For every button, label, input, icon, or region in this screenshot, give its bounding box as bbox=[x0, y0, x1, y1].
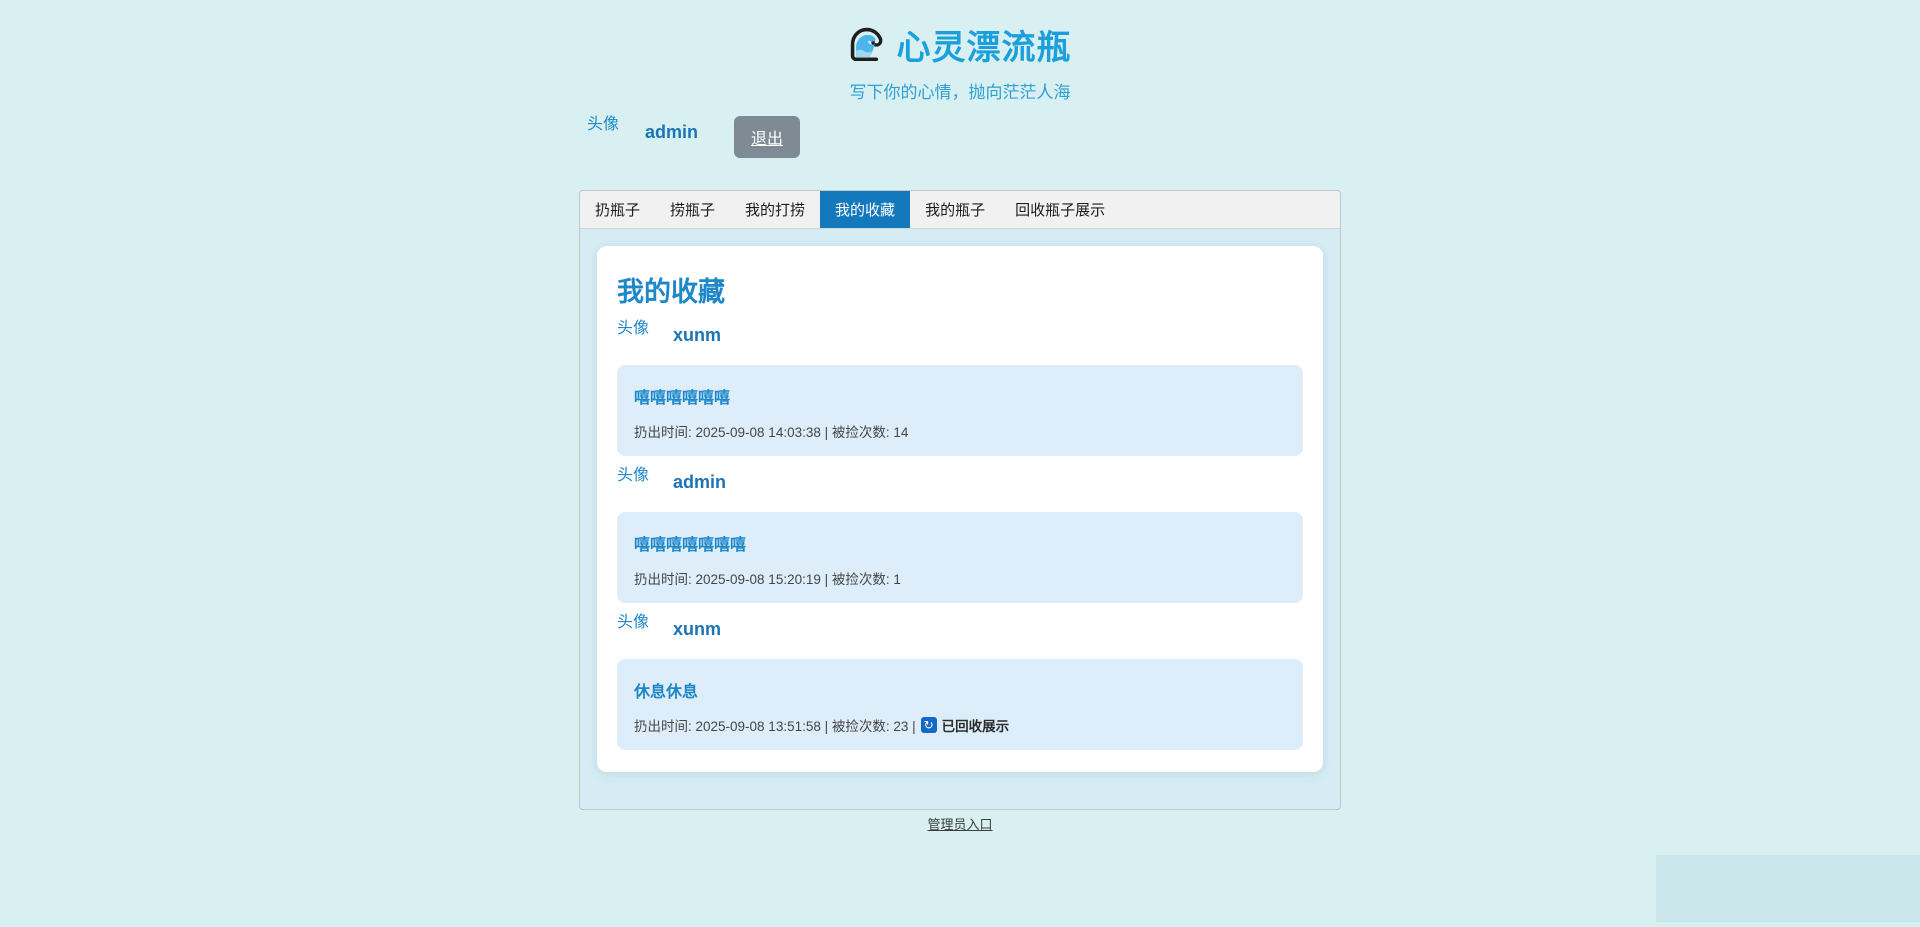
page-footer: 管理员入口 bbox=[579, 814, 1341, 834]
bottle-title-link[interactable]: 嘻嘻嘻嘻嘻嘻 bbox=[634, 384, 730, 408]
bottle-meta: 扔出时间: 2025-09-08 14:03:38 | 被捡次数: 14 bbox=[634, 421, 1286, 441]
tab-my-salvage[interactable]: 我的打捞 bbox=[730, 191, 820, 228]
tab-my-favorites[interactable]: 我的收藏 bbox=[820, 191, 910, 228]
bottle-meta-text: 扔出时间: 2025-09-08 15:20:19 | 被捡次数: 1 bbox=[634, 568, 901, 588]
tab-panel: 我的收藏 头像 xunm 嘻嘻嘻嘻嘻嘻 扔出时间: 2025-09-08 14:… bbox=[580, 229, 1340, 809]
favorite-user-row: 头像 xunm bbox=[617, 613, 1303, 640]
tab-recycled-bottles[interactable]: 回收瓶子展示 bbox=[1000, 191, 1120, 228]
recycle-icon: ↻ bbox=[921, 717, 937, 733]
avatar: 头像 bbox=[617, 466, 649, 485]
favorite-username-link[interactable]: admin bbox=[673, 472, 726, 493]
main-container: 扔瓶子 捞瓶子 我的打捞 我的收藏 我的瓶子 回收瓶子展示 我的收藏 头像 xu… bbox=[579, 190, 1341, 810]
avatar: 头像 bbox=[617, 319, 649, 338]
page-title: 心灵漂流瓶 bbox=[897, 20, 1072, 69]
bottle-meta-text: 扔出时间: 2025-09-08 13:51:58 | 被捡次数: 23 | bbox=[634, 715, 916, 735]
corner-overlay bbox=[1656, 855, 1920, 922]
favorite-user-row: 头像 xunm bbox=[617, 319, 1303, 346]
current-username-link[interactable]: admin bbox=[645, 122, 698, 143]
recycled-label: 已回收展示 bbox=[942, 715, 1010, 735]
tab-throw-bottle[interactable]: 扔瓶子 bbox=[580, 191, 655, 228]
section-heading: 我的收藏 bbox=[617, 270, 1303, 309]
bottle-title-link[interactable]: 嘻嘻嘻嘻嘻嘻嘻 bbox=[634, 531, 746, 555]
favorite-username-link[interactable]: xunm bbox=[673, 619, 721, 640]
wave-icon bbox=[849, 26, 887, 64]
avatar: 头像 bbox=[617, 613, 649, 632]
bottle-card: 嘻嘻嘻嘻嘻嘻 扔出时间: 2025-09-08 14:03:38 | 被捡次数:… bbox=[617, 365, 1303, 456]
favorites-card: 我的收藏 头像 xunm 嘻嘻嘻嘻嘻嘻 扔出时间: 2025-09-08 14:… bbox=[597, 246, 1323, 772]
tab-fish-bottle[interactable]: 捞瓶子 bbox=[655, 191, 730, 228]
bottle-meta-text: 扔出时间: 2025-09-08 14:03:38 | 被捡次数: 14 bbox=[634, 421, 908, 441]
bottle-meta: 扔出时间: 2025-09-08 13:51:58 | 被捡次数: 23 | ↻… bbox=[634, 715, 1286, 735]
favorite-item: 头像 xunm 休息休息 扔出时间: 2025-09-08 13:51:58 |… bbox=[617, 613, 1303, 750]
favorite-username-link[interactable]: xunm bbox=[673, 325, 721, 346]
logout-button[interactable]: 退出 bbox=[734, 116, 800, 158]
tab-strip: 扔瓶子 捞瓶子 我的打捞 我的收藏 我的瓶子 回收瓶子展示 bbox=[580, 191, 1340, 229]
admin-entrance-link[interactable]: 管理员入口 bbox=[927, 817, 992, 832]
avatar: 头像 bbox=[587, 115, 619, 134]
bottle-meta: 扔出时间: 2025-09-08 15:20:19 | 被捡次数: 1 bbox=[634, 568, 1286, 588]
favorites-list: 头像 xunm 嘻嘻嘻嘻嘻嘻 扔出时间: 2025-09-08 14:03:38… bbox=[617, 319, 1303, 750]
user-bar: 头像 admin 退出 bbox=[579, 115, 1341, 157]
page-subtitle: 写下你的心情，抛向茫茫人海 bbox=[0, 78, 1920, 103]
favorite-item: 头像 admin 嘻嘻嘻嘻嘻嘻嘻 扔出时间: 2025-09-08 15:20:… bbox=[617, 466, 1303, 603]
bottle-card: 休息休息 扔出时间: 2025-09-08 13:51:58 | 被捡次数: 2… bbox=[617, 659, 1303, 750]
favorite-item: 头像 xunm 嘻嘻嘻嘻嘻嘻 扔出时间: 2025-09-08 14:03:38… bbox=[617, 319, 1303, 456]
site-header: 心灵漂流瓶 写下你的心情，抛向茫茫人海 bbox=[0, 0, 1920, 103]
recycled-badge: ↻ 已回收展示 bbox=[921, 715, 1010, 735]
tab-my-bottles[interactable]: 我的瓶子 bbox=[910, 191, 1000, 228]
bottle-title-link[interactable]: 休息休息 bbox=[634, 678, 698, 702]
page: 心灵漂流瓶 写下你的心情，抛向茫茫人海 头像 admin 退出 扔瓶子 捞瓶子 … bbox=[0, 0, 1920, 927]
bottle-card: 嘻嘻嘻嘻嘻嘻嘻 扔出时间: 2025-09-08 15:20:19 | 被捡次数… bbox=[617, 512, 1303, 603]
favorite-user-row: 头像 admin bbox=[617, 466, 1303, 493]
